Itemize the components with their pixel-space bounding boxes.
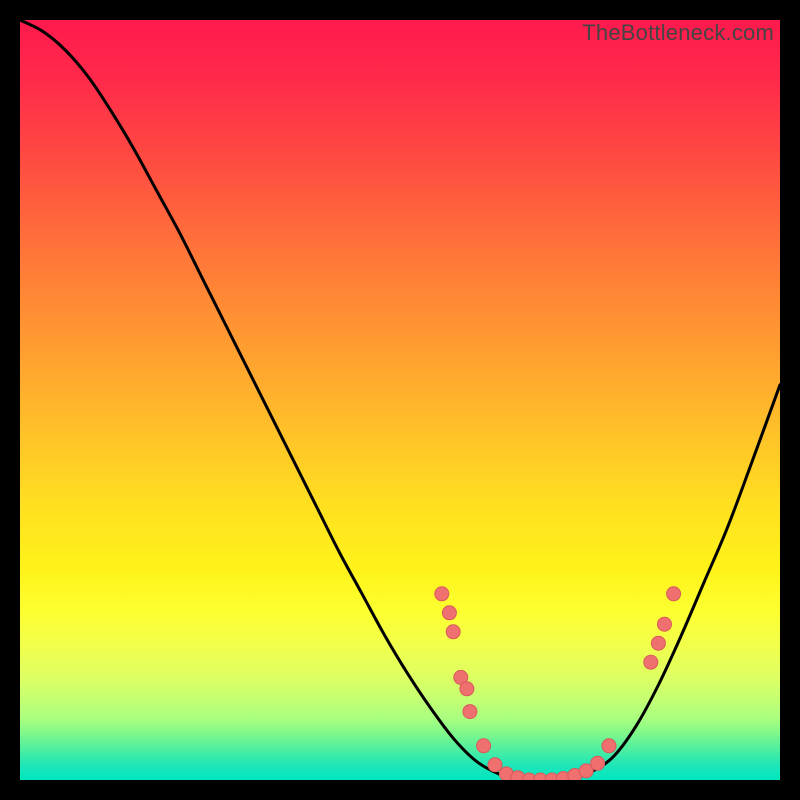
- data-point: [602, 739, 616, 753]
- data-point: [591, 756, 605, 770]
- data-point: [651, 636, 665, 650]
- data-point: [644, 655, 658, 669]
- bottleneck-curve: [20, 20, 780, 780]
- data-point: [667, 587, 681, 601]
- data-point: [488, 758, 502, 772]
- data-point: [477, 739, 491, 753]
- chart-svg: [20, 20, 780, 780]
- data-point: [463, 705, 477, 719]
- data-point: [460, 682, 474, 696]
- data-point: [442, 606, 456, 620]
- data-point: [435, 587, 449, 601]
- chart-plot-area: TheBottleneck.com: [20, 20, 780, 780]
- data-point: [446, 625, 460, 639]
- data-point: [657, 617, 671, 631]
